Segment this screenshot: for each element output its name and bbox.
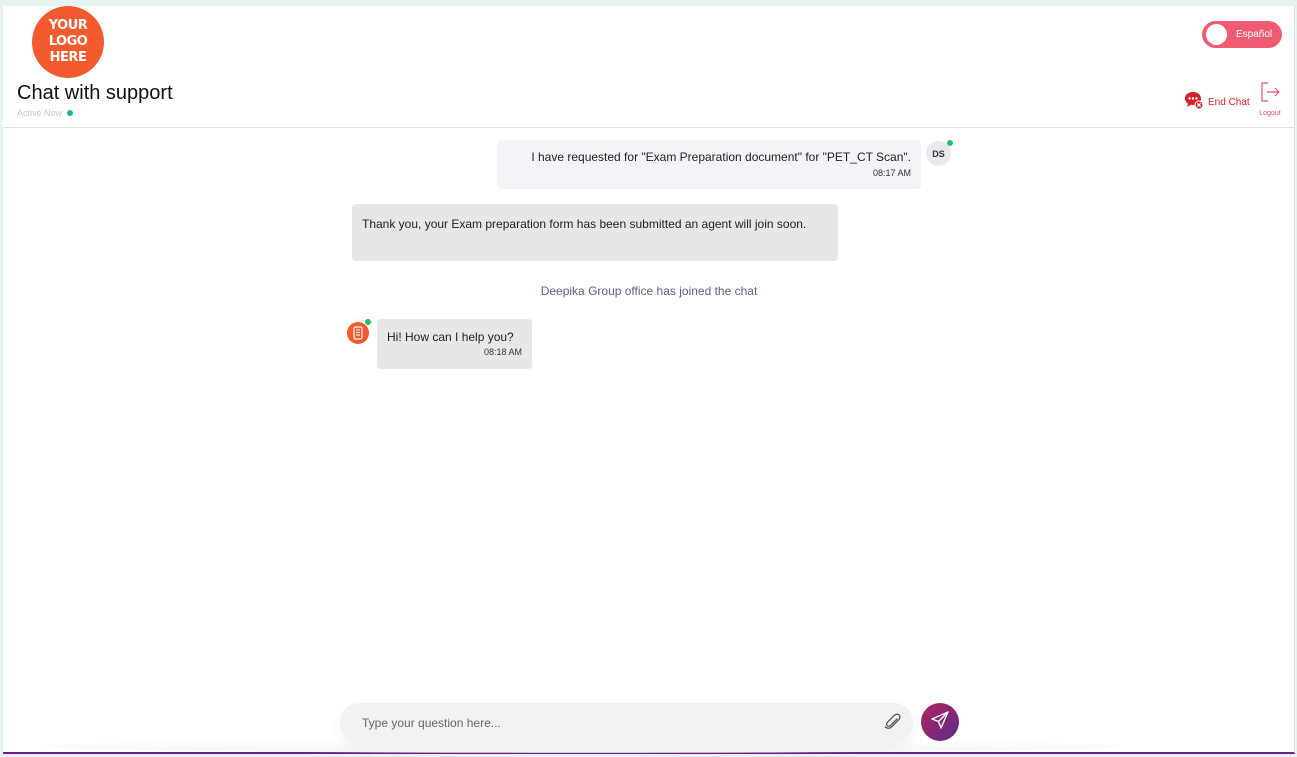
message-timestamp: 08:17 AM (872, 168, 911, 178)
end-chat-icon (1184, 90, 1204, 115)
chat-header: YOUR LOGO HERE Chat with support Active … (3, 6, 1294, 128)
language-label: Español (1236, 29, 1273, 40)
agent-message-bubble: Hi! How can I help you? 08:18 AM (377, 319, 532, 369)
status-label: Active Now (17, 108, 63, 118)
message-input[interactable] (360, 703, 864, 743)
brand-logo: YOUR LOGO HERE (32, 6, 104, 78)
message-text: I have requested for "Exam Preparation d… (531, 150, 911, 164)
language-toggle[interactable]: Español (1202, 21, 1282, 48)
user-online-indicator (947, 140, 953, 146)
system-message-bubble: Thank you, your Exam preparation form ha… (352, 204, 838, 261)
send-button[interactable] (921, 703, 959, 741)
agent-joined-notice: Deepika Group office has joined the chat (540, 284, 758, 298)
presence-status: Active Now (17, 108, 74, 118)
toggle-knob (1206, 24, 1227, 45)
end-chat-button[interactable]: End Chat (1184, 90, 1250, 115)
message-composer (340, 703, 913, 743)
message-timestamp: 08:18 AM (483, 347, 522, 357)
logout-label: Logout (1259, 110, 1281, 117)
message-text: Hi! How can I help you? (387, 330, 514, 344)
status-dot-icon (67, 110, 74, 116)
user-message-bubble: I have requested for "Exam Preparation d… (497, 140, 921, 189)
send-icon (930, 710, 950, 735)
logout-button[interactable]: Logout (1255, 81, 1285, 117)
chat-window: YOUR LOGO HERE Chat with support Active … (3, 6, 1295, 754)
logout-icon (1259, 82, 1281, 107)
page-title: Chat with support (17, 82, 173, 104)
agent-online-indicator (365, 319, 371, 325)
end-chat-label: End Chat (1208, 97, 1250, 108)
attach-icon[interactable] (883, 712, 903, 732)
agent-avatar-icon (347, 322, 369, 344)
